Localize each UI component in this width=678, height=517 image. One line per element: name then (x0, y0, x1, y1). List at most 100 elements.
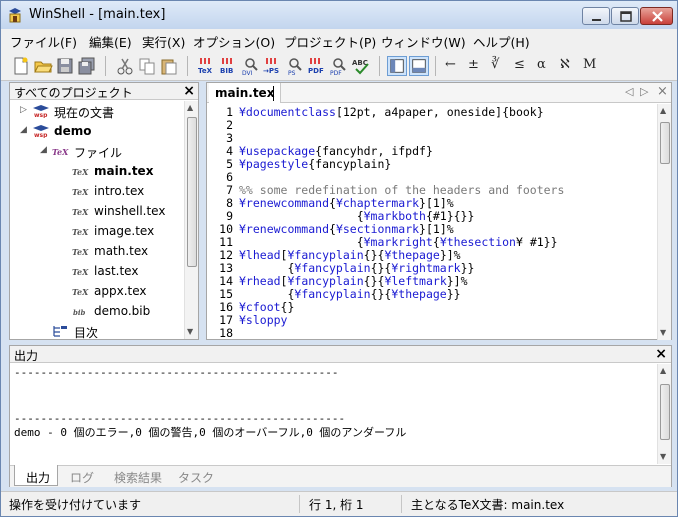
tex-icon: TeX (72, 267, 89, 277)
maximize-icon (620, 11, 632, 22)
editor-tab-main[interactable]: main.tex (209, 83, 282, 103)
new-file-icon[interactable] (11, 56, 31, 76)
editor-pane: main.tex ◁ ▷ × 1 ¥documentclass[12pt, a4p… (206, 82, 672, 340)
collapse-arrow-icon[interactable]: ◢ (40, 145, 47, 155)
tab-tasks[interactable]: タスク (178, 469, 214, 486)
scroll-down-arrow-icon[interactable]: ▼ (660, 328, 666, 337)
pdf-tex-icon[interactable]: PDF (329, 56, 349, 76)
project-scrollbar[interactable]: ▲ ▼ (184, 101, 198, 339)
menu-file[interactable]: ファイル(F) (10, 32, 77, 51)
ps-view-icon[interactable]: PS (285, 56, 305, 76)
tree-item-label: math.tex (94, 244, 149, 258)
scroll-up-arrow-icon[interactable]: ▲ (187, 103, 193, 112)
paste-icon[interactable] (159, 56, 179, 76)
project-panel-close-icon[interactable]: × (183, 83, 195, 99)
output-scrollbar[interactable]: ▲ ▼ (657, 364, 671, 464)
tree-item-math-tex[interactable]: TeX math.tex (10, 241, 184, 261)
editor-tab-bar: main.tex ◁ ▷ × (207, 83, 671, 103)
tree-item-image-tex[interactable]: TeX image.tex (10, 221, 184, 241)
tree-item-demo[interactable]: ◢ wsp demo (10, 121, 184, 141)
scroll-down-arrow-icon[interactable]: ▼ (660, 452, 666, 461)
open-folder-icon[interactable] (33, 56, 53, 76)
tree-item-appx-tex[interactable]: TeX appx.tex (10, 281, 184, 301)
svg-text:TeX: TeX (52, 147, 69, 157)
tex-compile-icon[interactable]: TeX (197, 56, 217, 76)
tree-item-last-tex[interactable]: TeX last.tex (10, 261, 184, 281)
maximize-button[interactable] (611, 7, 639, 25)
collapse-arrow-icon[interactable]: ◢ (20, 125, 27, 135)
output-panel-close-icon[interactable]: × (655, 346, 667, 362)
svg-text:TeX: TeX (72, 267, 89, 277)
cursor-position: 行 1, 桁 1 (309, 498, 364, 512)
tree-item-current-docs[interactable]: ▷ wsp 現在の文書 (10, 101, 184, 121)
scroll-up-arrow-icon[interactable]: ▲ (660, 366, 666, 375)
alpha-symbol-button[interactable]: α (537, 57, 546, 72)
tab-close-icon[interactable]: × (657, 84, 668, 99)
svg-text:PDF: PDF (308, 67, 324, 75)
scroll-thumb[interactable] (660, 384, 670, 440)
spellcheck-icon[interactable]: ABC (351, 56, 371, 76)
tree-item-intro-tex[interactable]: TeX intro.tex (10, 181, 184, 201)
cuberoot-symbol-button[interactable]: ∛ (491, 57, 499, 72)
close-button[interactable] (640, 7, 673, 25)
tab-log[interactable]: ログ (70, 469, 94, 486)
tree-item-toc[interactable]: 目次 (10, 321, 184, 339)
dvi-ps-icon[interactable]: →PS (263, 56, 283, 76)
menu-help[interactable]: ヘルプ(H) (473, 32, 530, 51)
expand-arrow-icon[interactable]: ▷ (20, 105, 27, 115)
menu-run[interactable]: 実行(X) (142, 32, 185, 51)
scroll-up-arrow-icon[interactable]: ▲ (660, 106, 666, 115)
tree-item-files-folder[interactable]: ◢ TeX ファイル (10, 141, 184, 161)
tree-item-main-tex[interactable]: TeX main.tex (10, 161, 184, 181)
tab-search-results[interactable]: 検索結果 (114, 469, 162, 486)
minimize-button[interactable] (582, 7, 610, 25)
scroll-down-arrow-icon[interactable]: ▼ (187, 327, 193, 336)
menu-edit[interactable]: 編集(E) (89, 32, 132, 51)
dvi-view-icon[interactable]: DVI (241, 56, 261, 76)
copy-icon[interactable] (137, 56, 157, 76)
tree-item-label: 目次 (74, 326, 99, 339)
wsp-icon: wsp (33, 125, 49, 138)
editor-scrollbar[interactable]: ▲ ▼ (657, 104, 671, 340)
line-text: ¥pagestyle{fancyplain} (239, 157, 392, 171)
svg-text:wsp: wsp (34, 132, 48, 138)
plusminus-symbol-button[interactable]: ± (468, 57, 479, 72)
bibtex-icon[interactable]: BIB (219, 56, 239, 76)
line-text: ¥documentclass[12pt, a4paper, oneside]{b… (239, 105, 544, 119)
tab-output[interactable]: 出力 (26, 469, 50, 486)
scroll-thumb[interactable] (660, 122, 670, 164)
minimize-icon (592, 19, 601, 21)
status-message: 操作を受け付けています (9, 498, 142, 512)
aleph-symbol-button[interactable]: ℵ (560, 57, 570, 72)
svg-text:TeX: TeX (72, 247, 89, 257)
menu-window[interactable]: ウィンドウ(W) (381, 32, 466, 51)
leq-symbol-button[interactable]: ≤ (514, 57, 525, 72)
math-font-button[interactable]: M (583, 57, 596, 72)
save-icon[interactable] (55, 56, 75, 76)
output-text-area[interactable]: ----------------------------------------… (14, 364, 652, 460)
toolbar: TeX BIB DVI →PS PS PDF PDF ABC ← ± ∛ ≤ α… (1, 51, 677, 81)
arrow-symbol-button[interactable]: ← (445, 57, 456, 72)
scroll-thumb[interactable] (187, 117, 197, 267)
menu-project[interactable]: プロジェクト(P) (284, 32, 376, 51)
tree-item-winshell-tex[interactable]: TeX winshell.tex (10, 201, 184, 221)
code-area[interactable]: 1 ¥documentclass[12pt, a4paper, oneside]{… (207, 104, 657, 341)
svg-text:DVI: DVI (242, 70, 253, 76)
svg-text:BIB: BIB (220, 67, 233, 75)
cut-icon[interactable] (115, 56, 135, 76)
tree-item-demo-bib[interactable]: bib demo.bib (10, 301, 184, 321)
tex-icon: TeX (72, 227, 89, 237)
save-all-icon[interactable] (77, 56, 97, 76)
pdf-view-icon[interactable]: PDF (307, 56, 327, 76)
panel-bottom-icon[interactable] (409, 56, 429, 76)
menu-options[interactable]: オプション(O) (193, 32, 275, 51)
tab-prev-icon[interactable]: ◁ (625, 85, 633, 98)
tab-next-icon[interactable]: ▷ (640, 85, 648, 98)
svg-text:PDF: PDF (330, 70, 342, 76)
tex-icon: TeX (72, 167, 89, 177)
project-tree: ▷ wsp 現在の文書 ◢ wsp demo ◢ TeX ファイル TeX ma… (10, 101, 184, 339)
title-bar[interactable]: WinShell - [main.tex] (1, 1, 677, 29)
panel-left-icon[interactable] (387, 56, 407, 76)
output-line: ----------------------------------------… (14, 366, 339, 379)
text-cursor (273, 86, 274, 101)
